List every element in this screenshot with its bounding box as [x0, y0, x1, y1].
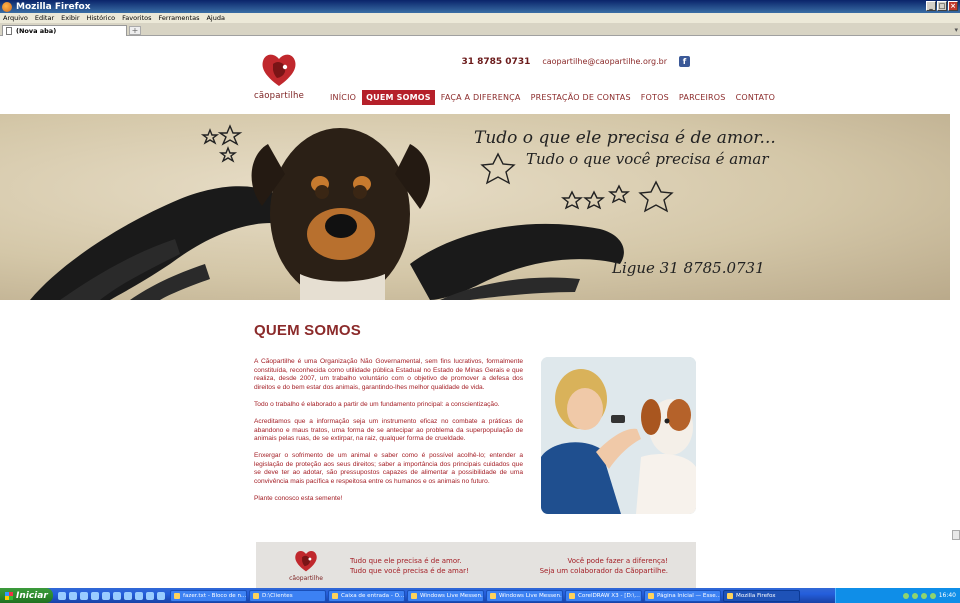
close-button[interactable]: × [948, 1, 958, 11]
banner-tagline-1: Tudo o que ele precisa é de amor... [474, 128, 776, 148]
tray-icon[interactable] [920, 592, 927, 599]
tray-icon[interactable] [911, 592, 918, 599]
tray-icon[interactable] [902, 592, 909, 599]
start-label: Iniciar [16, 590, 48, 601]
page-icon [6, 27, 12, 35]
minimize-button[interactable]: _ [926, 1, 936, 11]
quick-launch-icon[interactable] [157, 591, 165, 600]
page-title: QUEM SOMOS [254, 322, 362, 339]
menu-ajuda[interactable]: Ajuda [206, 14, 224, 22]
nav-fotos[interactable]: FOTOS [637, 90, 673, 105]
footer-cta-line-2: Seja um colaborador da Cãopartilhe. [539, 567, 668, 575]
windows-taskbar: Iniciar fazer.txt - Bloco de n... D:\Cli… [0, 588, 960, 603]
logo-text: cãopartilhe [254, 91, 305, 101]
window-title: Mozilla Firefox [16, 1, 91, 12]
maximize-button[interactable]: □ [937, 1, 947, 11]
about-text: A Cãopartilhe é uma Organização Não Gove… [254, 358, 523, 512]
browser-tab[interactable]: (Nova aba) [2, 25, 127, 36]
footer-cta-line-1: Você pode fazer a diferença! [567, 557, 668, 565]
header-email-link[interactable]: caopartilhe@caopartilhe.org.br [542, 57, 667, 66]
footer-logo-text: cãopartilhe [289, 575, 323, 582]
quick-launch-icon[interactable] [124, 591, 132, 600]
banner-tagline-2: Tudo o que você precisa é amar [526, 150, 769, 168]
clock: 16:40 [938, 592, 956, 599]
main-navigation: INÍCIO QUEM SOMOS FAÇA A DIFERENÇA PREST… [326, 90, 781, 105]
menu-ferramentas[interactable]: Ferramentas [159, 14, 200, 22]
new-tab-button[interactable]: + [129, 26, 141, 35]
nav-inicio[interactable]: INÍCIO [326, 90, 360, 105]
quick-launch-icon[interactable] [113, 591, 121, 600]
about-paragraph: Acreditamos que a informação seja um ins… [254, 417, 523, 443]
nav-contato[interactable]: CONTATO [732, 90, 780, 105]
footer-logo[interactable]: cãopartilhe [286, 548, 326, 582]
footer-banner: cãopartilhe Tudo que ele precisa é de am… [256, 542, 696, 588]
tab-bar: (Nova aba) + ▾ [0, 23, 960, 36]
menu-bar: Arquivo Editar Exibir Histórico Favorito… [0, 13, 960, 23]
nav-faca-a-diferenca[interactable]: FAÇA A DIFERENÇA [437, 90, 525, 105]
quick-launch-icon[interactable] [146, 591, 154, 600]
window-titlebar: Mozilla Firefox _ □ × [0, 0, 960, 13]
start-button[interactable]: Iniciar [0, 588, 53, 603]
nav-parceiros[interactable]: PARCEIROS [675, 90, 730, 105]
taskbar-item[interactable]: Página Inicial — Esse... [644, 589, 721, 602]
about-paragraph: Plante conosco esta semente! [254, 495, 343, 503]
taskbar-item[interactable]: Caixa de entrada - O... [328, 589, 405, 602]
vet-examining-dog-image [541, 357, 696, 514]
menu-historico[interactable]: Histórico [87, 14, 116, 22]
firefox-icon [2, 1, 12, 12]
taskbar-item[interactable]: fazer.txt - Bloco de n... [170, 589, 247, 602]
web-page: cãopartilhe 31 8785 0731 caopartilhe@cao… [0, 37, 960, 588]
header-contact: 31 8785 0731 caopartilhe@caopartilhe.org… [461, 56, 690, 67]
hero-banner: Tudo o que ele precisa é de amor... Tudo… [0, 114, 960, 300]
taskbar-item-active[interactable]: Mozilla Firefox [723, 589, 800, 602]
about-paragraph: Enxergar o sofrimento de um animal e sab… [254, 452, 523, 486]
footer-tagline: Tudo que ele precisa é de amor. Tudo que… [350, 556, 469, 576]
quick-launch-icon[interactable] [91, 591, 99, 600]
taskbar-item[interactable]: CorelDRAW X3 - [D:\... [565, 589, 642, 602]
quick-launch-icon[interactable] [80, 591, 88, 600]
tab-list-icon[interactable]: ▾ [954, 26, 958, 34]
taskbar-item[interactable]: Windows Live Messen... [407, 589, 484, 602]
nav-quem-somos[interactable]: QUEM SOMOS [362, 90, 435, 105]
menu-editar[interactable]: Editar [35, 14, 54, 22]
header-phone: 31 8785 0731 [461, 56, 531, 67]
footer-tagline-line-1: Tudo que ele precisa é de amor. [350, 557, 462, 565]
quick-launch-icon[interactable] [69, 591, 77, 600]
footer-call-to-action[interactable]: Você pode fazer a diferença! Seja um col… [540, 556, 668, 576]
tab-title: (Nova aba) [16, 27, 57, 35]
menu-favoritos[interactable]: Favoritos [122, 14, 151, 22]
banner-phone: Ligue 31 8785.0731 [612, 259, 765, 277]
system-tray: 16:40 [835, 588, 960, 603]
site-logo[interactable]: cãopartilhe [254, 50, 304, 108]
scrollbar-arrow[interactable] [952, 530, 960, 540]
windows-logo-icon [5, 591, 13, 600]
nav-prestacao-de-contas[interactable]: PRESTAÇÃO DE CONTAS [527, 90, 635, 105]
about-paragraph: Todo o trabalho é elaborado a partir de … [254, 400, 500, 408]
footer-tagline-line-2: Tudo que você precisa é de amar! [350, 567, 469, 575]
vet-with-dog-photo [541, 357, 696, 514]
tray-icon[interactable] [929, 592, 936, 599]
menu-arquivo[interactable]: Arquivo [3, 14, 28, 22]
quick-launch-icon[interactable] [102, 591, 110, 600]
quick-launch-icon[interactable] [135, 591, 143, 600]
quick-launch-icon[interactable] [58, 591, 66, 600]
quick-launch [58, 591, 165, 600]
menu-exibir[interactable]: Exibir [61, 14, 79, 22]
window-controls: _ □ × [926, 1, 958, 11]
about-paragraph: A Cãopartilhe é uma Organização Não Gove… [254, 358, 523, 391]
taskbar-item[interactable]: D:\Clientes [249, 589, 326, 602]
heart-dog-logo-icon [295, 551, 317, 572]
heart-dog-logo-icon [262, 54, 296, 86]
taskbar-item[interactable]: Windows Live Messen... [486, 589, 563, 602]
facebook-icon[interactable]: f [679, 56, 690, 67]
